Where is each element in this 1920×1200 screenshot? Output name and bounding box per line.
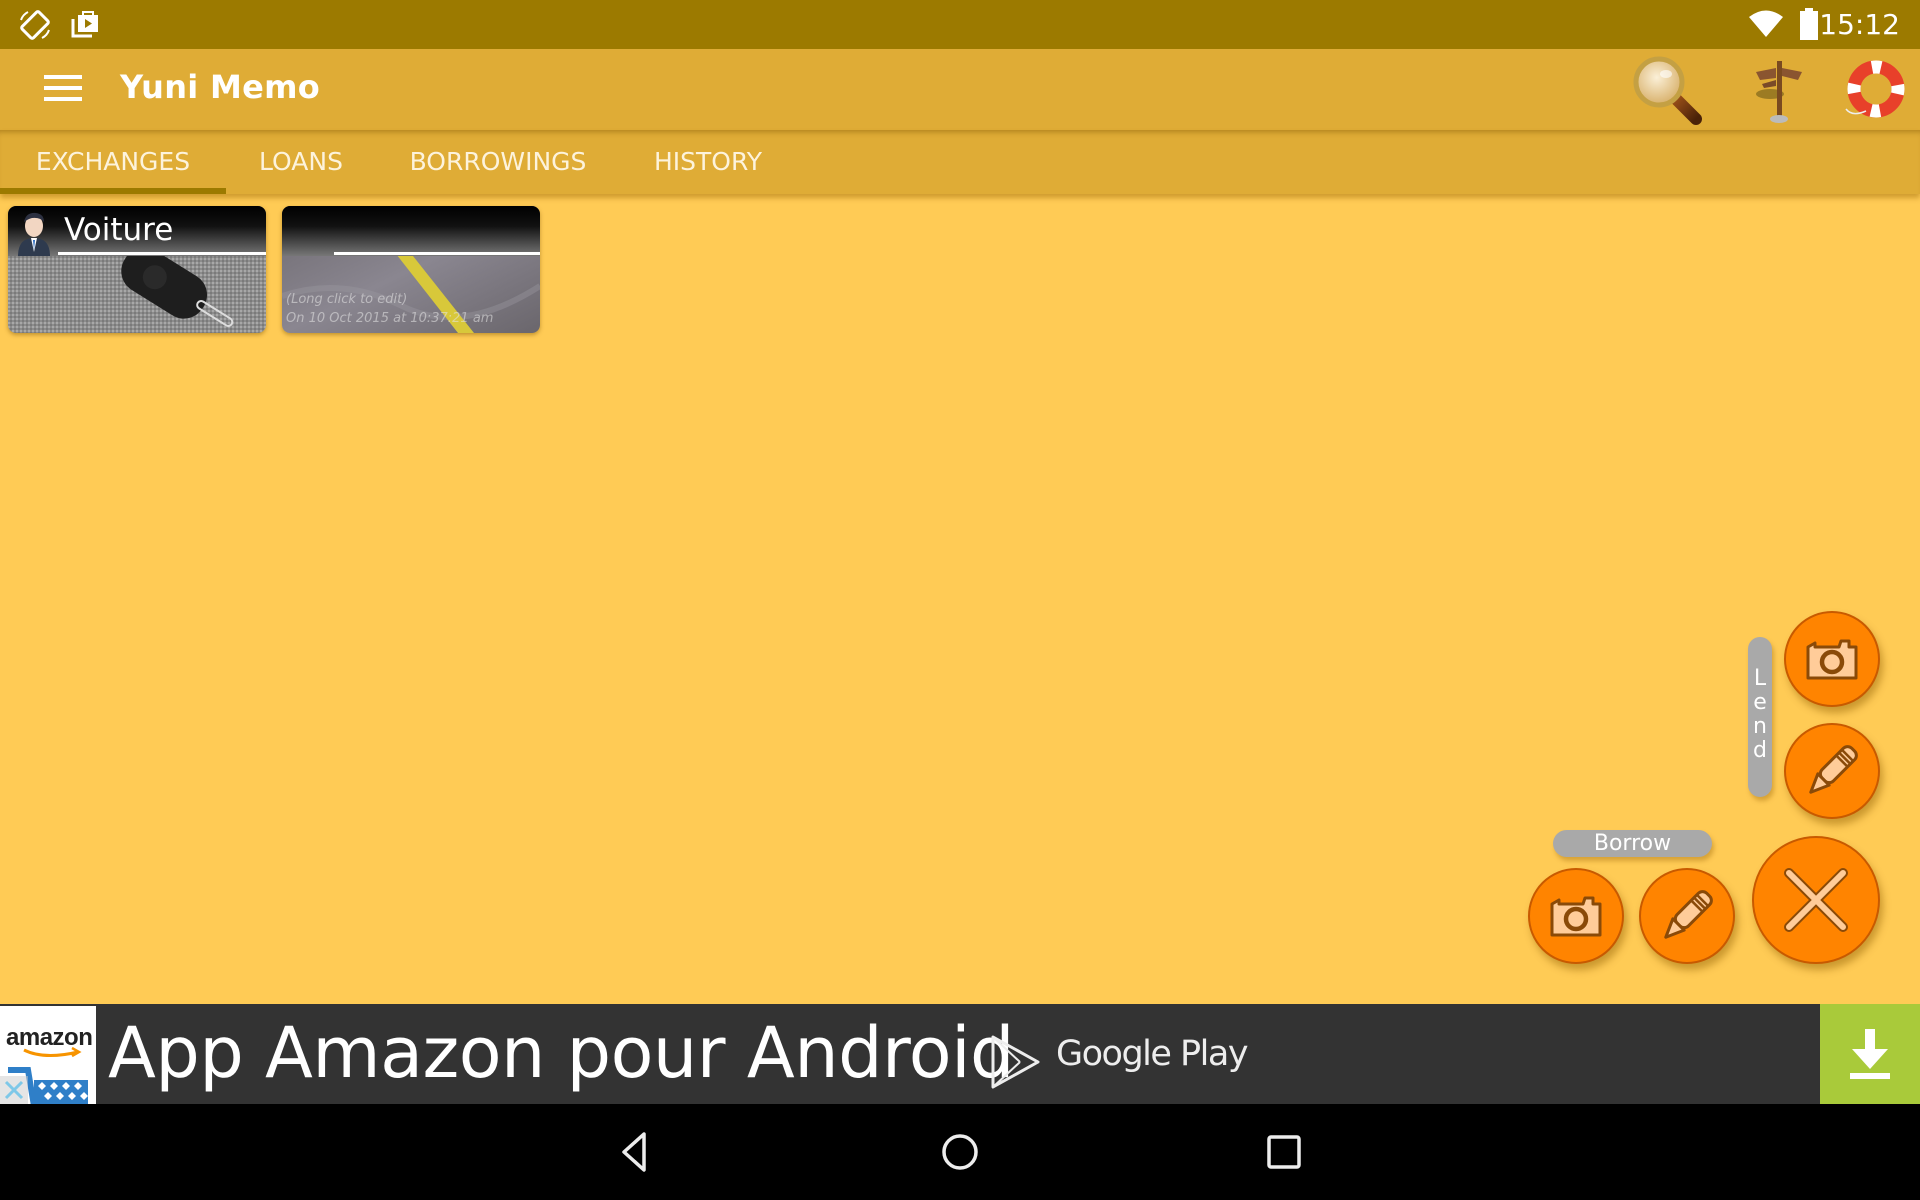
navigation-bar bbox=[0, 1104, 1920, 1200]
divider bbox=[58, 252, 266, 255]
google-play-icon bbox=[991, 1035, 1040, 1089]
camera-icon bbox=[1550, 896, 1602, 937]
tab-borrowings[interactable]: BORROWINGS bbox=[376, 130, 620, 194]
tab-loans[interactable]: LOANS bbox=[226, 130, 376, 194]
divider bbox=[334, 252, 540, 255]
memo-card[interactable]: (Long click to edit) On 10 Oct 2015 at 1… bbox=[282, 206, 540, 333]
card-hint: (Long click to edit) bbox=[286, 292, 408, 307]
ad-banner[interactable]: amazon App Amazon pour Android Google Pl… bbox=[0, 1004, 1920, 1104]
close-fab-button[interactable] bbox=[1752, 836, 1880, 964]
close-x-icon bbox=[1784, 868, 1848, 932]
screen-rotation-icon bbox=[20, 10, 50, 40]
status-time: 15:12 bbox=[1819, 8, 1900, 41]
play-store-notification-icon bbox=[71, 11, 98, 38]
recents-icon[interactable] bbox=[1260, 1128, 1308, 1176]
lend-label-letter: d bbox=[1753, 738, 1767, 763]
card-title-bar bbox=[282, 206, 540, 256]
contact-avatar-icon bbox=[18, 212, 50, 256]
pencil-icon bbox=[1809, 745, 1858, 794]
borrow-label[interactable]: Borrow bbox=[1553, 830, 1712, 857]
ad-headline: App Amazon pour Android bbox=[108, 1012, 1014, 1094]
magnifying-glass-icon[interactable] bbox=[1630, 55, 1706, 129]
close-icon[interactable] bbox=[0, 1076, 28, 1104]
card-title: Voiture bbox=[64, 212, 174, 248]
card-date: On 10 Oct 2015 at 10:37:21 am bbox=[286, 311, 494, 326]
lend-photo-button[interactable] bbox=[1784, 611, 1880, 707]
back-icon[interactable] bbox=[612, 1128, 660, 1176]
ad-store-name: Google Play bbox=[1056, 1034, 1249, 1074]
lend-label[interactable]: Lend bbox=[1748, 637, 1772, 797]
hamburger-menu-icon[interactable] bbox=[40, 71, 88, 107]
tab-history[interactable]: HISTORY bbox=[620, 130, 796, 194]
borrow-text-button[interactable] bbox=[1639, 868, 1735, 964]
camera-icon bbox=[1806, 639, 1858, 680]
lend-label-letter: e bbox=[1753, 690, 1767, 715]
battery-icon bbox=[1800, 8, 1818, 40]
tab-bar: EXCHANGES LOANS BORROWINGS HISTORY bbox=[0, 130, 1920, 194]
lend-text-button[interactable] bbox=[1784, 723, 1880, 819]
screen: 15:12 Yuni Memo EXCHANGES LOANS BORROWIN… bbox=[0, 0, 1920, 1200]
wifi-icon bbox=[1749, 10, 1783, 37]
memo-card[interactable]: Voiture bbox=[8, 206, 266, 333]
download-icon bbox=[1850, 1029, 1890, 1079]
status-bar: 15:12 bbox=[0, 0, 1920, 49]
ad-download-button[interactable] bbox=[1820, 1004, 1920, 1104]
app-title: Yuni Memo bbox=[120, 68, 321, 106]
lend-label-letter: L bbox=[1753, 666, 1767, 691]
lend-label-text: Lend bbox=[1748, 667, 1772, 763]
borrow-photo-button[interactable] bbox=[1528, 868, 1624, 964]
home-icon[interactable] bbox=[936, 1128, 984, 1176]
lend-label-letter: n bbox=[1753, 714, 1767, 739]
tab-exchanges[interactable]: EXCHANGES bbox=[0, 130, 226, 194]
pencil-icon bbox=[1664, 890, 1713, 939]
lifebuoy-icon[interactable] bbox=[1842, 59, 1908, 121]
signpost-icon[interactable] bbox=[1752, 58, 1806, 124]
app-bar: Yuni Memo bbox=[0, 49, 1920, 130]
